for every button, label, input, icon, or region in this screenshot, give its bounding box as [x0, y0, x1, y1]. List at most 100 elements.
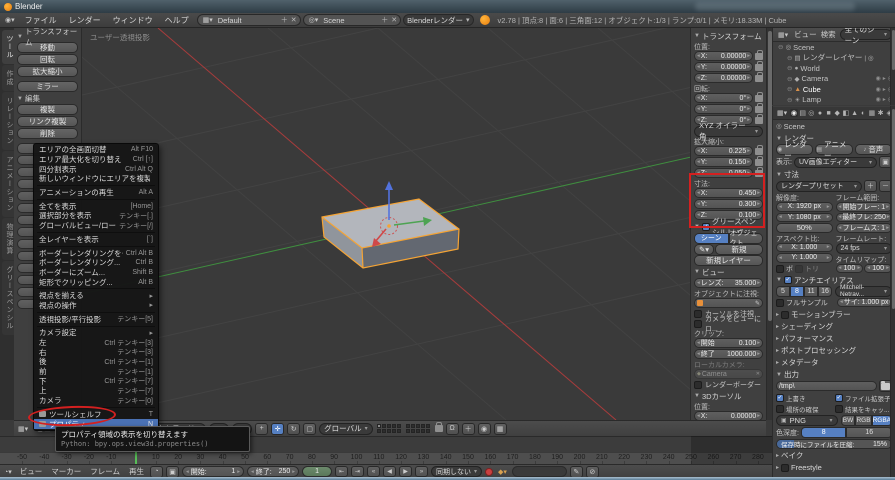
expander-icon[interactable]: ⊖ — [787, 96, 792, 104]
menu-item-9[interactable]: グローバルビュー/ローカルビューテンキー[/] — [34, 221, 158, 231]
fps-dropdown[interactable]: 24 fps▾ — [836, 243, 893, 254]
resolution-percentage-button[interactable]: 50% — [776, 223, 833, 233]
layer-cell[interactable] — [387, 424, 391, 428]
sync-dropdown[interactable]: 同期しない▾ — [431, 466, 482, 477]
output-path-field[interactable]: /tmp\ — [776, 381, 877, 391]
increment-icon[interactable]: ▸ — [747, 159, 750, 165]
increment-icon[interactable]: ▸ — [747, 75, 750, 81]
scene-selector[interactable]: ◎▾ Scene ＋ ✕ — [303, 14, 402, 26]
menu-item-21[interactable]: 透視投影/平行投影テンキー[5] — [34, 314, 158, 324]
end-frame-field[interactable]: ◂終了:250▸ — [247, 466, 299, 477]
aspect-x-field[interactable]: ◂X: 1.000▸ — [776, 243, 833, 253]
preset-add-icon[interactable]: ＋ — [864, 180, 877, 192]
layer-cell[interactable] — [426, 424, 430, 428]
menu-item-11[interactable]: 全レイヤーを表示[`] — [34, 235, 158, 245]
selectable-icon[interactable]: ▸ — [883, 96, 886, 103]
checkbox[interactable]: ✓ — [784, 276, 792, 284]
number-field[interactable]: ◂X:0°▸ — [694, 93, 753, 103]
scale-manipulator-icon[interactable]: ▢ — [303, 423, 316, 435]
lock-icon[interactable] — [755, 159, 763, 166]
start-frame-field[interactable]: ◂開始:1▸ — [182, 466, 244, 477]
lock-icon[interactable] — [435, 425, 443, 432]
tab-particles[interactable]: ✱ — [877, 109, 885, 117]
next-keyframe-icon[interactable]: » — [415, 466, 428, 477]
tab-object[interactable]: ■ — [825, 110, 833, 117]
expander-icon[interactable]: ⊖ — [778, 43, 783, 51]
layer-cell[interactable] — [416, 429, 420, 433]
color-mode-bw[interactable]: BW — [841, 415, 856, 426]
animation-button[interactable]: ▤アニメー.. — [815, 144, 852, 155]
decrement-icon[interactable]: ◂ — [697, 75, 700, 81]
play-reverse-icon[interactable]: ◀ — [383, 466, 396, 477]
checkbox[interactable] — [694, 310, 702, 318]
decrement-icon[interactable]: ◂ — [697, 53, 700, 59]
checkbox[interactable]: ✓ — [835, 394, 843, 402]
properties-scrollbar[interactable] — [890, 106, 895, 480]
layout-delete-icon[interactable]: ✕ — [291, 16, 297, 24]
checkbox-row[interactable]: ✓ファイル拡張子 — [835, 393, 892, 403]
element[interactable]: ▸ — [827, 255, 830, 261]
number-field[interactable]: ◂X:0.00000▸ — [694, 51, 753, 61]
decrement-icon[interactable]: ◂ — [697, 159, 700, 165]
tool-button[interactable]: 削除 — [17, 128, 78, 139]
selectable-icon[interactable]: ▸ — [883, 75, 886, 82]
checkbox[interactable]: ✓ — [776, 394, 784, 402]
lock-icon[interactable] — [755, 64, 763, 71]
orientation-dropdown[interactable]: グローバル▾ — [319, 423, 372, 435]
layer-cell[interactable] — [377, 424, 381, 428]
increment-icon[interactable]: ▸ — [747, 53, 750, 59]
grease-pencil-draw-button[interactable]: ✎▾ — [694, 244, 714, 255]
checkbox[interactable] — [776, 405, 784, 413]
render-button[interactable]: ◉レンダー — [776, 144, 813, 155]
tab-scene[interactable]: ◎ — [807, 109, 815, 117]
number-field[interactable]: ◂Y:0.00000▸ — [694, 62, 753, 72]
panel-header[interactable]: ▼トランスフォーム — [694, 30, 763, 42]
render-opengl-icon[interactable]: ◉ — [478, 423, 491, 435]
file-format-dropdown[interactable]: ▣PNG▾ — [776, 415, 838, 426]
compression-slider[interactable]: 保存時にファイルを圧縮:15% — [776, 439, 892, 449]
menu-item-3[interactable]: 新しいウィンドウにエリアを複製 — [34, 174, 158, 184]
tool-button[interactable]: 回転 — [17, 54, 78, 65]
tab-constraints[interactable]: ◆ — [833, 109, 841, 117]
outliner-row-world[interactable]: ⊖●World — [773, 63, 895, 74]
depth-16-button[interactable]: 16 — [846, 427, 892, 438]
snap-magnet-icon[interactable]: Ω — [446, 423, 459, 435]
increment-icon[interactable]: ▸ — [747, 95, 750, 101]
aa-samples-11[interactable]: 11 — [804, 286, 818, 297]
checkbox[interactable] — [781, 311, 789, 319]
render-preset-dropdown[interactable]: レンダープリセット▾ — [776, 181, 862, 192]
editor-type-icon[interactable]: ▦▾ — [775, 109, 789, 117]
element[interactable]: ◂ — [839, 265, 842, 271]
menu-window[interactable]: ウィンドウ — [107, 14, 159, 27]
increment-icon[interactable]: ▸ — [757, 413, 760, 419]
display-mode-dropdown[interactable]: 全てのシーン▾ — [840, 29, 892, 40]
audio-button[interactable]: ♪音声 — [855, 144, 892, 155]
tab-world[interactable]: ● — [816, 110, 824, 117]
expander-icon[interactable]: ⊖ — [787, 75, 792, 83]
layer-cell[interactable] — [411, 429, 415, 433]
render-opengl-anim-icon[interactable]: ▦ — [494, 423, 507, 435]
outliner-menu-view[interactable]: ビュー — [794, 29, 817, 40]
app-menu-icon[interactable]: ◉▾ — [3, 16, 17, 24]
visibility-eye-icon[interactable]: ◉ — [875, 96, 880, 103]
collapsed-section-パフォーマンス[interactable]: ▸パフォーマンス — [776, 333, 892, 344]
clear-icon[interactable]: ✕ — [756, 371, 760, 377]
element[interactable]: ▸ — [292, 469, 295, 475]
outliner-scrollbar[interactable] — [890, 28, 895, 105]
element[interactable]: ◂ — [779, 255, 782, 261]
expander-icon[interactable]: ⊖ — [787, 64, 792, 72]
toolshelf-tab[interactable]: アニメーション — [2, 151, 14, 217]
layer-cell[interactable] — [382, 429, 386, 433]
lock-object-field[interactable]: ✎ — [694, 298, 763, 308]
layer-cell[interactable] — [382, 424, 386, 428]
collapsed-section-シェーディング[interactable]: ▸シェーディング — [776, 321, 892, 332]
panel-header[interactable]: ▼3Dカーソル — [694, 390, 763, 402]
increment-icon[interactable]: ▸ — [747, 148, 750, 154]
increment-icon[interactable]: ▸ — [747, 106, 750, 112]
tab-modifiers[interactable]: ◧ — [842, 109, 850, 117]
aa-samples-16[interactable]: 16 — [818, 286, 832, 297]
remap-old-field[interactable]: ◂100▸ — [836, 264, 864, 274]
element[interactable]: ◂ — [779, 204, 782, 210]
outliner-row-lamp[interactable]: ⊖☀Lamp◉▸◎ — [773, 95, 895, 106]
toolshelf-tab[interactable]: リレーション — [2, 92, 14, 150]
